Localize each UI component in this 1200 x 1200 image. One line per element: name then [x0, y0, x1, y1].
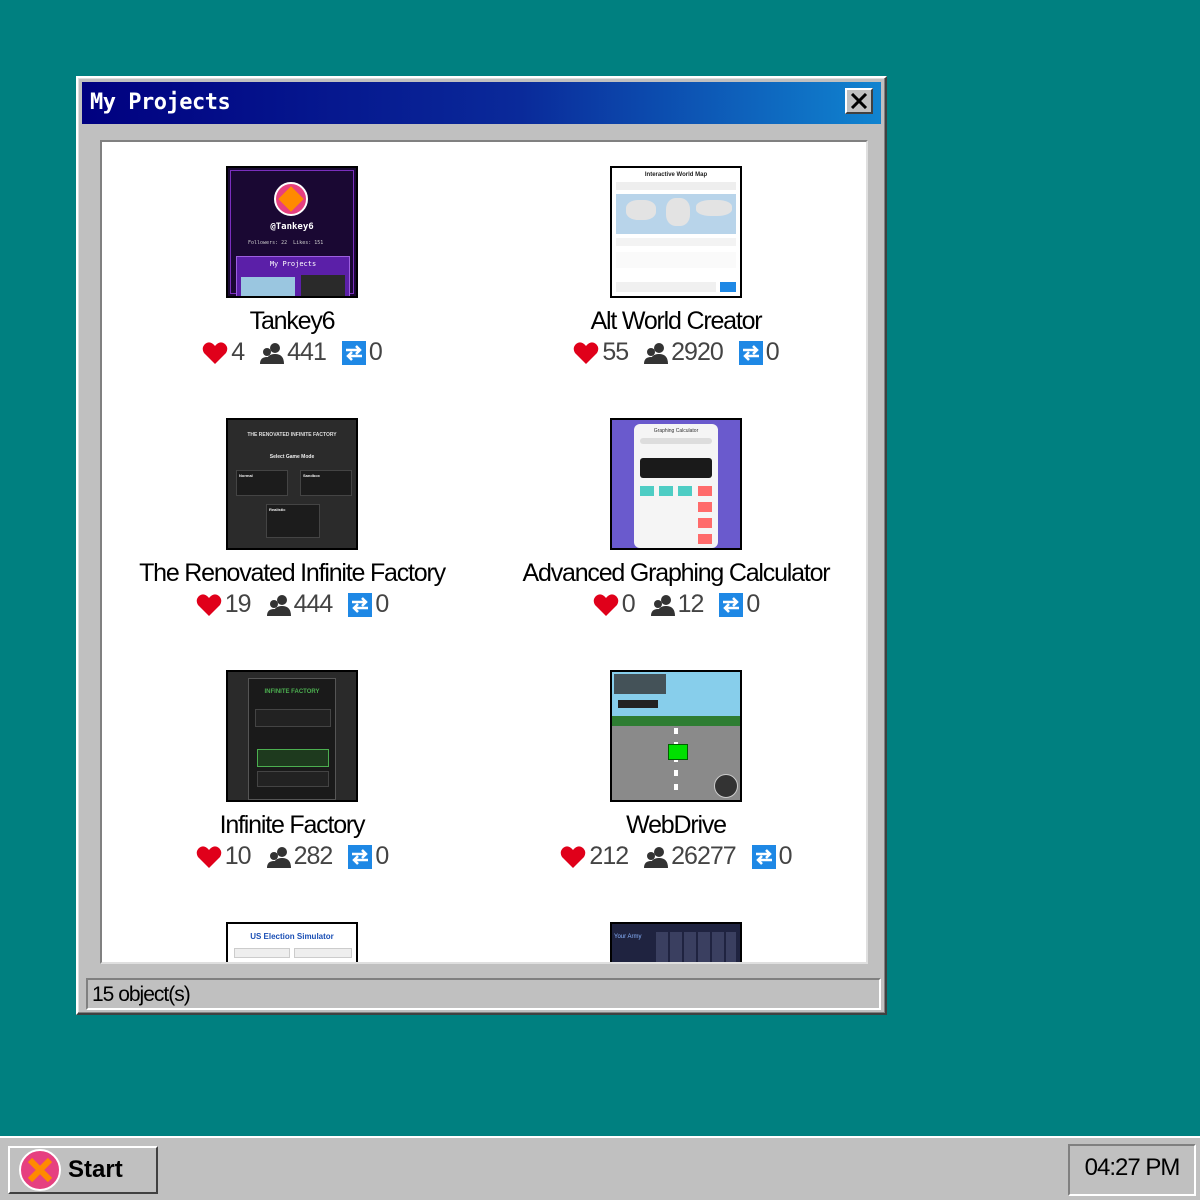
- project-name[interactable]: Alt World Creator: [486, 307, 866, 336]
- users-icon: [266, 594, 291, 616]
- remix-icon: [719, 592, 744, 617]
- users-count: 12: [677, 590, 705, 618]
- project-name[interactable]: The Renovated Infinite Factory: [102, 559, 482, 588]
- remixes-count: 0: [746, 590, 760, 618]
- likes-count: 212: [589, 842, 629, 870]
- project-name[interactable]: WebDrive: [486, 811, 866, 840]
- likes-count: 19: [224, 590, 252, 618]
- project-name[interactable]: Advanced Graphing Calculator: [486, 559, 866, 588]
- close-button[interactable]: [845, 88, 873, 114]
- users-icon: [266, 846, 291, 868]
- project-thumbnail[interactable]: @Tankey6 Followers: 22 Likes: 151 My Pro…: [226, 166, 358, 298]
- remix-icon: [738, 340, 763, 365]
- users-icon: [260, 342, 285, 364]
- remixes-count: 0: [765, 338, 780, 366]
- thumb-title: THE RENOVATED INFINITE FACTORY: [247, 432, 337, 438]
- remix-icon: [341, 340, 366, 365]
- project-stats: 19 444 0: [102, 590, 482, 619]
- project-thumbnail[interactable]: THE RENOVATED INFINITE FACTORY Select Ga…: [226, 418, 358, 550]
- project-stats: 10 282 0: [102, 842, 482, 871]
- likes-count: 4: [231, 338, 245, 366]
- project-stats: 212 26277 0: [486, 842, 866, 871]
- users-icon: [644, 342, 669, 364]
- users-count: 282: [293, 842, 334, 870]
- start-button[interactable]: Start: [8, 1146, 158, 1194]
- thumb-title: Your Army: [614, 934, 642, 940]
- thumb-section: My Projects: [269, 260, 317, 268]
- mode-normal: Normal: [239, 473, 253, 478]
- project-thumbnail[interactable]: US Election Simulator: [226, 922, 358, 962]
- thumb-handle: @Tankey6: [270, 222, 314, 232]
- remixes-count: 0: [778, 842, 793, 870]
- users-icon: [650, 594, 675, 616]
- users-count: 444: [293, 590, 334, 618]
- project-stats: 55 2920 0: [486, 338, 866, 367]
- users-icon: [644, 846, 669, 868]
- clock: 04:27 PM: [1068, 1144, 1196, 1196]
- thumb-followers: Followers: 22: [248, 240, 288, 246]
- project-thumbnail[interactable]: Graphing Calculator: [610, 418, 742, 550]
- mode-sandbox: Sandbox: [303, 473, 320, 478]
- window-title: My Projects: [90, 90, 231, 115]
- heart-icon: [196, 593, 222, 616]
- project-stats: 4 441 0: [102, 338, 482, 367]
- my-projects-window: My Projects @Tankey6 Followers: 22 Likes…: [76, 76, 887, 1015]
- project-thumbnail[interactable]: [610, 670, 742, 802]
- projects-list[interactable]: @Tankey6 Followers: 22 Likes: 151 My Pro…: [100, 140, 868, 964]
- project-thumbnail[interactable]: INFINITE FACTORY: [226, 670, 358, 802]
- project-name[interactable]: Infinite Factory: [102, 811, 482, 840]
- heart-icon: [202, 341, 228, 364]
- remix-icon: [348, 592, 373, 617]
- start-logo-icon: [19, 1149, 61, 1191]
- heart-icon: [196, 845, 222, 868]
- likes-count: 55: [602, 338, 629, 366]
- heart-icon: [593, 593, 618, 616]
- users-count: 441: [287, 338, 327, 366]
- project-thumbnail[interactable]: Interactive World Map: [610, 166, 742, 298]
- likes-count: 10: [224, 842, 252, 870]
- heart-icon: [574, 341, 599, 364]
- taskbar: Start 04:27 PM: [0, 1136, 1200, 1200]
- project-stats: 0 12 0: [486, 590, 866, 619]
- remixes-count: 0: [375, 842, 389, 870]
- start-label: Start: [68, 1156, 123, 1183]
- thumb-likes: Likes: 151: [293, 240, 324, 246]
- mode-realistic: Realistic: [269, 507, 286, 512]
- close-icon: [850, 93, 868, 109]
- users-count: 2920: [671, 338, 724, 366]
- remix-icon: [348, 844, 373, 869]
- heart-icon: [561, 845, 586, 868]
- avatar: [274, 182, 308, 216]
- project-thumbnail[interactable]: Your Army: [610, 922, 742, 962]
- thumb-title: INFINITE FACTORY: [264, 689, 320, 695]
- remix-icon: [751, 844, 776, 869]
- remixes-count: 0: [375, 590, 389, 618]
- status-bar: 15 object(s): [86, 978, 881, 1010]
- title-bar[interactable]: My Projects: [82, 82, 881, 124]
- users-count: 26277: [671, 842, 737, 870]
- likes-count: 0: [621, 590, 636, 618]
- remixes-count: 0: [368, 338, 383, 366]
- thumb-title: Interactive World Map: [644, 172, 708, 178]
- thumb-title: Graphing Calculator: [653, 428, 699, 434]
- thumb-subtitle: Select Game Mode: [269, 454, 315, 460]
- thumb-title: US Election Simulator: [250, 932, 334, 941]
